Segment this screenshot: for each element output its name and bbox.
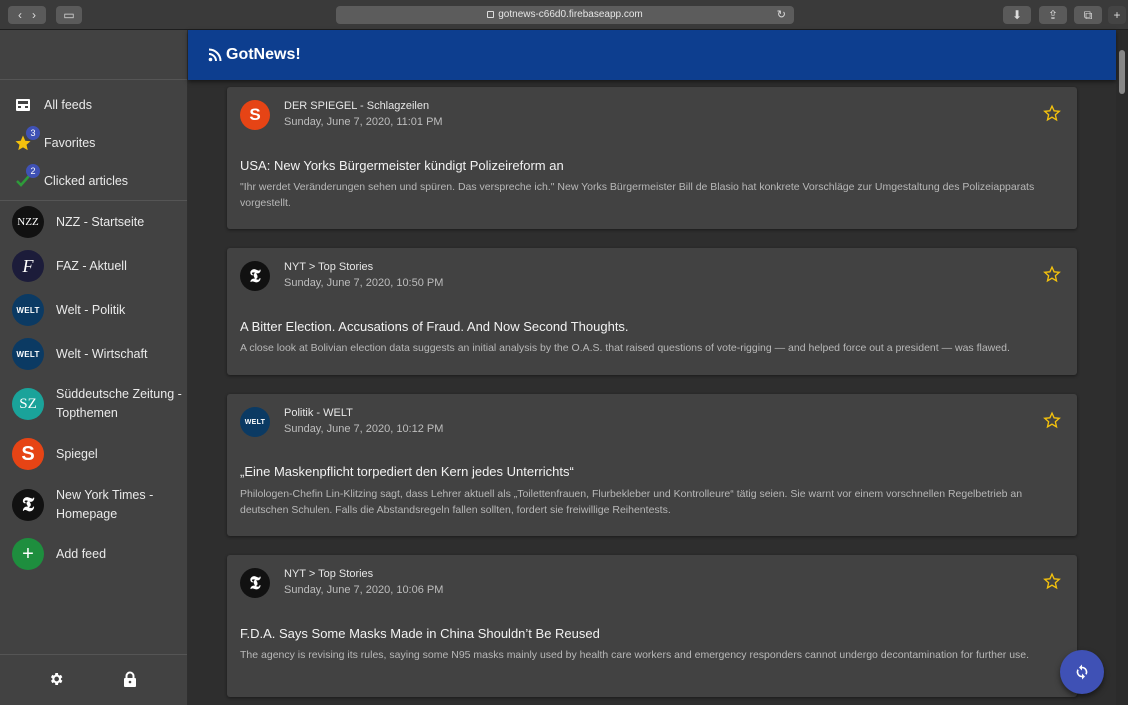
sidebar: All feeds 3 Favorites 2 Clicked articles… [0, 30, 188, 705]
sidebar-item-spiegel[interactable]: S Spiegel [0, 437, 187, 471]
add-feed-label: Add feed [56, 546, 107, 561]
gear-icon[interactable] [47, 671, 65, 689]
article-source: DER SPIEGEL - Schlagzeilen [284, 100, 430, 112]
article-card[interactable]: WELT Politik - WELT Sunday, June 7, 2020… [227, 394, 1077, 536]
url-text: gotnews-c66d0.firebaseapp.com [498, 9, 643, 20]
article-title[interactable]: „Eine Maskenpflicht torpediert den Kern … [240, 464, 574, 479]
plus-icon: + [1113, 8, 1121, 22]
spiegel-logo-icon: S [240, 100, 270, 130]
article-source: Politik - WELT [284, 407, 353, 419]
article-source: NYT > Top Stories [284, 261, 374, 273]
address-bar[interactable]: gotnews-c66d0.firebaseapp.com ↻ [336, 6, 794, 24]
sidebar-divider [0, 200, 187, 201]
scrollbar-thumb[interactable] [1119, 50, 1125, 94]
add-feed-button[interactable]: + Add feed [0, 537, 187, 571]
article-list: S DER SPIEGEL - Schlagzeilen Sunday, Jun… [188, 80, 1116, 705]
article-description: A close look at Bolivian election data s… [240, 342, 1010, 354]
download-button[interactable]: ⬇ [1003, 6, 1031, 24]
article-description: Philologen-Chefin Lin-Klitzing sagt, das… [240, 488, 1023, 516]
sidebar-item-label: Favorites [44, 135, 96, 150]
favorite-star-icon[interactable] [1043, 572, 1061, 590]
sz-logo-icon: SZ [12, 388, 44, 420]
app-title: GotNews! [226, 46, 301, 63]
welt-logo-icon: WELT [12, 294, 44, 326]
refresh-icon [1076, 664, 1088, 680]
tabs-icon: ⧉ [1083, 8, 1093, 22]
faz-logo-icon: F [12, 250, 44, 282]
article-description: The agency is revising its rules, saying… [240, 649, 1030, 661]
sidebar-item-nyt[interactable]: 𝕿 New York Times - Homepage [0, 485, 187, 525]
sidebar-item-faz[interactable]: F FAZ - Aktuell [0, 249, 187, 283]
article-card[interactable]: 𝕿 NYT > Top Stories Sunday, June 7, 2020… [227, 248, 1077, 375]
article-title[interactable]: A Bitter Election. Accusations of Fraud.… [240, 319, 629, 334]
sidebar-item-all-feeds[interactable]: All feeds [0, 91, 187, 119]
reload-icon[interactable]: ↻ [777, 6, 786, 24]
article-date: Sunday, June 7, 2020, 10:06 PM [284, 584, 444, 596]
share-icon: ⇪ [1047, 8, 1059, 22]
back-icon[interactable]: ‹ [18, 8, 22, 22]
check-icon: 2 [12, 164, 40, 192]
article-date: Sunday, June 7, 2020, 11:01 PM [284, 116, 443, 128]
share-button[interactable]: ⇪ [1039, 6, 1067, 24]
app-bar: GotNews! [188, 30, 1116, 80]
article-card[interactable]: 𝕿 NYT > Top Stories Sunday, June 7, 2020… [227, 555, 1077, 697]
sidebar-item-label: Clicked articles [44, 173, 129, 188]
sidebar-item-label: FAZ - Aktuell [56, 258, 127, 273]
article-source: NYT > Top Stories [284, 568, 374, 580]
sidebar-item-label: NZZ - Startseite [56, 214, 145, 229]
article-date: Sunday, June 7, 2020, 10:50 PM [284, 277, 444, 289]
article-title[interactable]: F.D.A. Says Some Masks Made in China Sho… [240, 626, 600, 641]
refresh-button[interactable] [1060, 650, 1104, 694]
sidebar-toggle-button[interactable]: ▭ [56, 6, 82, 24]
sidebar-item-label: Welt - Politik [56, 302, 126, 317]
browser-toolbar: ‹ › ▭ gotnews-c66d0.firebaseapp.com ↻ ⬇ … [0, 0, 1128, 30]
inbox-icon [12, 94, 34, 116]
lock-icon [487, 11, 495, 18]
spiegel-logo-icon: S [12, 438, 44, 470]
welt-logo-icon: WELT [240, 407, 270, 437]
favorites-count-badge: 3 [26, 126, 40, 140]
tabs-button[interactable]: ⧉ [1074, 6, 1102, 24]
clicked-count-badge: 2 [26, 164, 40, 178]
sidebar-item-label: Spiegel [56, 446, 98, 461]
forward-icon[interactable]: › [32, 8, 36, 22]
nyt-logo-icon: 𝕿 [240, 568, 270, 598]
star-icon: 3 [12, 126, 40, 154]
lock-icon[interactable] [121, 671, 139, 689]
sidebar-item-sueddeutsche[interactable]: SZ Süddeutsche Zeitung - Topthemen [0, 384, 187, 424]
sidebar-item-welt-wirtschaft[interactable]: WELT Welt - Wirtschaft [0, 337, 187, 371]
article-description: "Ihr werdet Veränderungen sehen und spür… [240, 181, 1035, 209]
sidebar-item-label: Süddeutsche Zeitung - Topthemen [56, 387, 182, 420]
sidebar-header [0, 30, 187, 80]
nyt-logo-icon: 𝕿 [12, 489, 44, 521]
sidebar-item-label: New York Times - Homepage [56, 488, 154, 521]
sidebar-item-clicked-articles[interactable]: 2 Clicked articles [0, 164, 187, 195]
download-icon: ⬇ [1011, 8, 1023, 22]
back-forward-buttons[interactable]: ‹ › [8, 6, 46, 24]
sidebar-item-nzz[interactable]: NZZ NZZ - Startseite [0, 205, 187, 239]
sidebar-item-label: Welt - Wirtschaft [56, 346, 148, 361]
nyt-logo-icon: 𝕿 [240, 261, 270, 291]
sidebar-item-favorites[interactable]: 3 Favorites [0, 126, 187, 157]
rss-icon [208, 48, 222, 62]
sidebar-item-label: All feeds [44, 97, 92, 112]
new-tab-button[interactable]: + [1108, 6, 1126, 24]
favorite-star-icon[interactable] [1043, 104, 1061, 122]
scrollbar[interactable] [1116, 30, 1128, 705]
favorite-star-icon[interactable] [1043, 411, 1061, 429]
sidebar-footer [0, 654, 187, 705]
nzz-logo-icon: NZZ [12, 206, 44, 238]
article-card[interactable]: S DER SPIEGEL - Schlagzeilen Sunday, Jun… [227, 87, 1077, 229]
welt-logo-icon: WELT [12, 338, 44, 370]
article-title[interactable]: USA: New Yorks Bürgermeister kündigt Pol… [240, 158, 564, 173]
plus-icon: + [12, 538, 44, 570]
sidebar-item-welt-politik[interactable]: WELT Welt - Politik [0, 293, 187, 327]
sidebar-icon: ▭ [63, 8, 75, 22]
article-date: Sunday, June 7, 2020, 10:12 PM [284, 423, 444, 435]
favorite-star-icon[interactable] [1043, 265, 1061, 283]
